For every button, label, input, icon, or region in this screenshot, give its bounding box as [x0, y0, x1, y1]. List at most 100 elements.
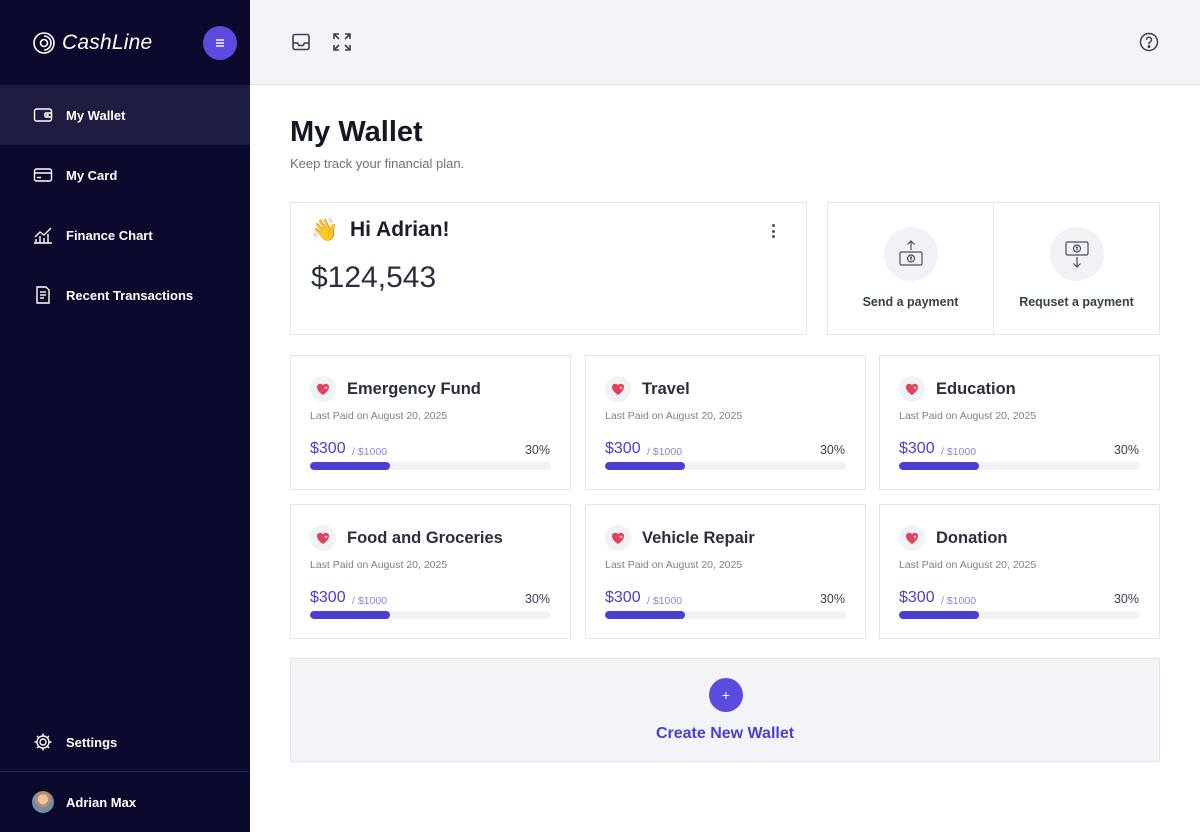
cashline-logo-icon: [33, 32, 55, 54]
wallet-progress-fill: [605, 462, 685, 470]
wallet-last-paid: Last Paid on August 20, 2025: [899, 559, 1037, 571]
wave-emoji: 👋: [311, 217, 339, 242]
wallet-name: Education: [936, 380, 1016, 398]
send-money-icon: [883, 227, 938, 281]
wallet-progress-track: [605, 462, 846, 470]
wallet-percent: 30%: [524, 592, 550, 606]
help-button[interactable]: [1138, 31, 1160, 53]
sidebar-item-finance-chart[interactable]: Finance Chart: [0, 205, 250, 265]
wallet-percent: 30%: [819, 592, 845, 606]
wallet-goal: / $1000: [941, 595, 977, 607]
wallet-name: Food and Groceries: [347, 529, 503, 547]
wallet-progress-fill: [310, 462, 390, 470]
wallet-card-travel[interactable]: Travel Last Paid on August 20, 2025 $300…: [585, 355, 866, 490]
topbar: [250, 0, 1200, 85]
sidebar-item-label: Finance Chart: [66, 227, 153, 243]
wallet-card-food-and-groceries[interactable]: Food and Groceries Last Paid on August 2…: [290, 504, 571, 639]
heart-icon: [605, 376, 631, 402]
create-wallet-card[interactable]: + Create New Wallet: [290, 658, 1160, 762]
heart-icon: [899, 525, 925, 551]
wallet-amount: $300: [899, 440, 935, 457]
sidebar-item-settings[interactable]: Settings: [0, 712, 250, 772]
wallet-goal: / $1000: [647, 595, 683, 607]
wallet-goal: / $1000: [647, 446, 683, 458]
expand-button[interactable]: [331, 31, 353, 53]
brand-logo[interactable]: CashLine: [32, 26, 152, 60]
sidebar-item-my-card[interactable]: My Card: [0, 145, 250, 205]
wallet-progress-track: [605, 611, 846, 619]
expand-icon: [333, 33, 351, 51]
brand-name: CashLine: [62, 31, 153, 54]
wallet-name: Travel: [642, 380, 690, 398]
more-dot: [771, 229, 775, 233]
wallet-last-paid: Last Paid on August 20, 2025: [899, 410, 1037, 422]
chart-icon: [32, 224, 54, 246]
wallet-card-donation[interactable]: Donation Last Paid on August 20, 2025 $3…: [879, 504, 1160, 639]
wallet-name: Donation: [936, 529, 1008, 547]
wallet-percent: 30%: [524, 443, 550, 457]
wallet-amount: $300: [310, 589, 346, 606]
wallet-last-paid: Last Paid on August 20, 2025: [310, 559, 448, 571]
page-title: My Wallet: [290, 116, 423, 148]
send-payment-button[interactable]: Send a payment: [828, 203, 993, 334]
wallet-card-education[interactable]: Education Last Paid on August 20, 2025 $…: [879, 355, 1160, 490]
wallet-progress-fill: [899, 462, 979, 470]
request-payment-button[interactable]: Requset a payment: [993, 203, 1159, 334]
help-icon: [1139, 32, 1159, 52]
page-subtitle: Keep track your financial plan.: [290, 156, 465, 171]
wallet-goal: / $1000: [352, 595, 388, 607]
request-money-icon: [1049, 227, 1104, 281]
inbox-icon: [292, 33, 310, 51]
sidebar-item-recent-transactions[interactable]: Recent Transactions: [0, 265, 250, 325]
wallet-goal: / $1000: [352, 446, 388, 458]
wallet-card-vehicle-repair[interactable]: Vehicle Repair Last Paid on August 20, 2…: [585, 504, 866, 639]
user-name: Adrian Max: [66, 794, 137, 810]
wallet-last-paid: Last Paid on August 20, 2025: [605, 559, 743, 571]
sidebar-divider: [0, 771, 250, 772]
heart-icon: [605, 525, 631, 551]
menu-toggle-button[interactable]: [203, 26, 237, 60]
wallet-percent: 30%: [1113, 443, 1139, 457]
create-wallet-label: Create New Wallet: [655, 725, 795, 742]
heart-icon: [310, 525, 336, 551]
wallet-percent: 30%: [819, 443, 845, 457]
balance-amount: $124,543: [311, 261, 437, 294]
greeting: Hi Adrian!: [350, 218, 450, 241]
settings-label: Settings: [66, 734, 118, 750]
wallet-last-paid: Last Paid on August 20, 2025: [310, 410, 448, 422]
gear-icon: [32, 731, 54, 753]
wallet-last-paid: Last Paid on August 20, 2025: [605, 410, 743, 422]
wallet-progress-fill: [605, 611, 685, 619]
wallet-progress-track: [899, 611, 1140, 619]
card-icon: [32, 164, 54, 186]
balance-card: 👋 Hi Adrian! $124,543: [290, 202, 807, 335]
user-profile[interactable]: Adrian Max: [32, 790, 136, 814]
sidebar-item-my-wallet[interactable]: My Wallet: [0, 85, 250, 145]
sidebar-item-label: My Wallet: [66, 107, 126, 123]
inbox-button[interactable]: [290, 31, 312, 53]
send-payment-label: Send a payment: [862, 295, 959, 309]
wallet-card-emergency-fund[interactable]: Emergency Fund Last Paid on August 20, 2…: [290, 355, 571, 490]
sidebar: CashLine My Wallet My Card Finance Chart…: [0, 0, 250, 832]
heart-icon: [899, 376, 925, 402]
sidebar-item-label: My Card: [66, 167, 118, 183]
wallet-progress-track: [310, 462, 551, 470]
avatar: [32, 791, 54, 813]
sidebar-item-label: Recent Transactions: [66, 287, 194, 303]
wallet-name: Vehicle Repair: [642, 529, 755, 547]
payment-actions: Send a payment Requset a payment: [827, 202, 1160, 335]
wallet-amount: $300: [899, 589, 935, 606]
wallet-amount: $300: [605, 589, 641, 606]
menu-icon: [216, 39, 224, 47]
wallet-amount: $300: [605, 440, 641, 457]
more-options-button[interactable]: [768, 223, 778, 239]
receipt-icon: [32, 284, 54, 306]
wallet-progress-track: [310, 611, 551, 619]
wallet-goal: / $1000: [941, 446, 977, 458]
add-wallet-button[interactable]: +: [709, 678, 743, 712]
wallet-progress-fill: [899, 611, 979, 619]
wallet-icon: [32, 104, 54, 126]
wallet-name: Emergency Fund: [347, 380, 481, 398]
heart-icon: [310, 376, 336, 402]
wallet-amount: $300: [310, 440, 346, 457]
